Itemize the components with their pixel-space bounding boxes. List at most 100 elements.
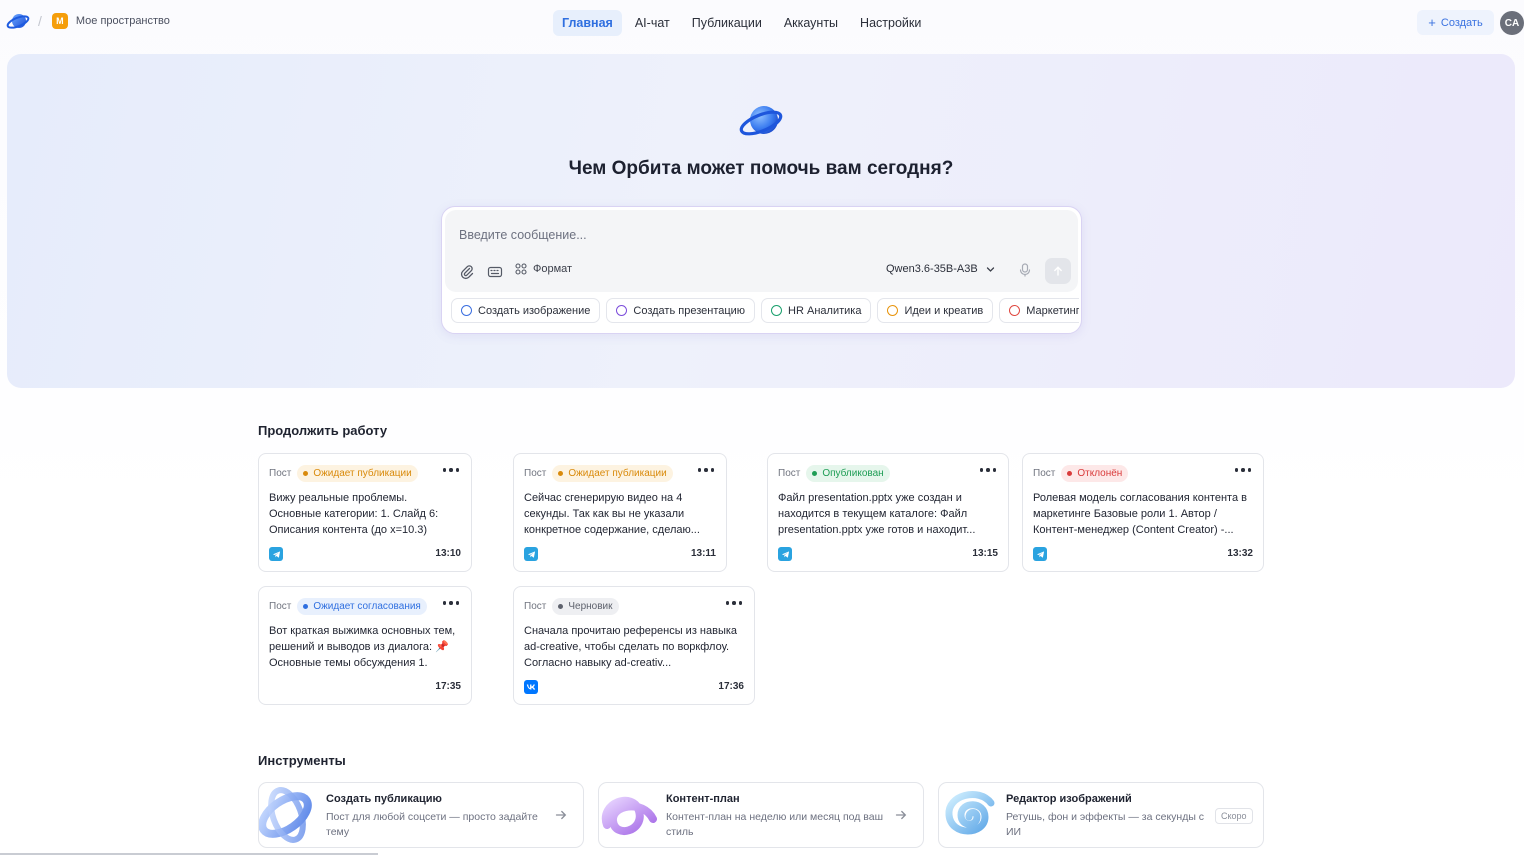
card-footer: 17:35 [269, 680, 461, 694]
status-dot-icon [558, 604, 564, 609]
status-badge: Опубликован [806, 465, 890, 482]
tool-create-publication[interactable]: Создать публикацию Пост для любой соцсет… [258, 782, 584, 848]
card-post-6[interactable]: Пост Черновик Сначала прочитаю референсы и… [513, 586, 755, 705]
telegram-icon [778, 547, 792, 561]
status-badge: Черновик [552, 598, 619, 615]
circle-icon [616, 305, 628, 316]
paperclip-icon[interactable] [459, 264, 475, 280]
card-footer: 13:15 [778, 547, 998, 561]
main-nav: Главная AI-чат Публикации Аккаунты Настр… [553, 10, 930, 36]
nav-accounts[interactable]: Аккаунты [775, 10, 847, 36]
chip-create-presentation[interactable]: Создать презентацию [606, 298, 756, 323]
chevron-down-icon [986, 266, 994, 272]
status-badge: Ожидает публикации [552, 465, 673, 482]
status-label: Черновик [568, 601, 613, 612]
card-header: Пост Опубликован [778, 465, 890, 482]
chip-label: Идеи и креатив [904, 304, 984, 317]
swirl-art-icon [945, 791, 995, 835]
hero-title: Чем Орбита может помочь вам сегодня? [568, 158, 954, 179]
card-post-5[interactable]: Пост Ожидает согласования Вот краткая выжи… [258, 586, 472, 705]
arrow-right-icon [895, 810, 907, 820]
chip-marketing[interactable]: Маркетинг [999, 298, 1079, 323]
card-post-1[interactable]: Пост Ожидает публикации Вижу реальные проб… [258, 453, 472, 572]
card-type: Пост [524, 468, 547, 479]
status-label: Ожидает согласования [313, 601, 421, 612]
chip-ideas-creative[interactable]: Идеи и креатив [877, 298, 994, 323]
horizontal-scrollbar[interactable] [0, 853, 378, 855]
composer-input-area: Формат Qwen3.6-35B-A3B [445, 210, 1078, 292]
nav-settings[interactable]: Настройки [851, 10, 930, 36]
card-post-3[interactable]: Пост Опубликован Файл presentation.pptx уж… [767, 453, 1009, 572]
card-footer: 13:32 [1033, 547, 1253, 561]
loop-art-icon [601, 796, 657, 835]
microphone-icon[interactable] [1019, 263, 1031, 277]
more-options-icon[interactable] [725, 601, 742, 605]
status-dot-icon [1067, 471, 1073, 476]
telegram-icon [269, 547, 283, 561]
telegram-icon [1033, 547, 1047, 561]
model-selector[interactable]: Qwen3.6-35B-A3B [886, 263, 995, 275]
chip-label: Создать изображение [478, 304, 591, 317]
status-dot-icon [303, 604, 309, 609]
grid-icon [515, 263, 527, 275]
create-button-label: Создать [1440, 16, 1483, 29]
status-badge: Ожидает публикации [297, 465, 418, 482]
card-header: Пост Ожидает публикации [524, 465, 673, 482]
arrow-up-icon [1054, 266, 1062, 276]
breadcrumb-separator: / [38, 13, 42, 29]
status-badge: Ожидает согласования [297, 598, 427, 615]
top-bar: / М Мое пространство Главная AI-чат Публ… [0, 0, 1524, 46]
card-header: Пост Отклонён [1033, 465, 1129, 482]
user-avatar[interactable]: CA [1500, 11, 1524, 35]
more-options-icon[interactable] [697, 468, 714, 472]
format-button[interactable]: Формат [515, 263, 572, 275]
card-preview-text: Файл presentation.pptx уже создан и нахо… [778, 492, 976, 536]
more-options-icon[interactable] [442, 468, 459, 472]
tool-content-plan[interactable]: Контент-план Контент-план на неделю или … [598, 782, 924, 848]
create-button[interactable]: + Создать [1417, 10, 1494, 35]
telegram-icon [524, 547, 538, 561]
tool-image-editor[interactable]: Редактор изображений Ретушь, фон и эффек… [938, 782, 1264, 848]
card-type: Пост [524, 601, 547, 612]
card-footer: 13:11 [524, 547, 716, 561]
nav-ai-chat[interactable]: AI-чат [626, 10, 679, 36]
chip-label: Маркетинг [1026, 304, 1079, 317]
workspace-badge[interactable]: М [51, 13, 68, 29]
chip-hr-analytics[interactable]: HR Аналитика [761, 298, 872, 323]
card-footer: 13:10 [269, 547, 461, 561]
tools-section-title: Инструменты [258, 753, 346, 768]
workspace-name[interactable]: Мое пространство [76, 15, 170, 27]
more-options-icon[interactable] [1234, 468, 1251, 472]
continue-section-title: Продолжить работу [258, 423, 388, 438]
card-preview-text: Ролевая модель согласования контента в м… [1033, 492, 1247, 536]
card-footer: 17:36 [524, 680, 744, 694]
chip-create-image[interactable]: Создать изображение [451, 298, 601, 323]
tool-description: Контент-план на неделю или месяц под ваш… [666, 811, 884, 838]
vk-icon [524, 680, 538, 694]
status-label: Опубликован [822, 468, 884, 479]
card-type: Пост [1033, 468, 1056, 479]
circle-icon [1009, 305, 1021, 316]
card-time: 13:32 [1227, 548, 1253, 559]
more-options-icon[interactable] [442, 601, 459, 605]
nav-home[interactable]: Главная [553, 10, 622, 36]
nav-publications[interactable]: Публикации [683, 10, 771, 36]
chip-label: Создать презентацию [633, 304, 746, 317]
message-input[interactable] [459, 224, 879, 246]
coming-soon-badge: Скоро [1215, 808, 1253, 824]
card-type: Пост [269, 468, 292, 479]
card-post-2[interactable]: Пост Ожидает публикации Сейчас сгенерирую … [513, 453, 727, 572]
card-time: 17:36 [718, 681, 744, 692]
arrow-right-icon [555, 810, 567, 820]
keyboard-icon[interactable] [487, 264, 503, 280]
card-type: Пост [269, 601, 292, 612]
more-options-icon[interactable] [979, 468, 996, 472]
orbit-logo-icon[interactable] [6, 11, 30, 31]
tool-description: Ретушь, фон и эффекты — за секунды с ИИ [1006, 811, 1205, 838]
card-time: 17:35 [435, 681, 461, 692]
card-post-4[interactable]: Пост Отклонён Ролевая модель согласования … [1022, 453, 1264, 572]
format-label: Формат [533, 263, 573, 275]
circle-icon [771, 305, 783, 316]
send-button[interactable] [1045, 258, 1071, 284]
tool-title: Редактор изображений [1006, 793, 1132, 805]
